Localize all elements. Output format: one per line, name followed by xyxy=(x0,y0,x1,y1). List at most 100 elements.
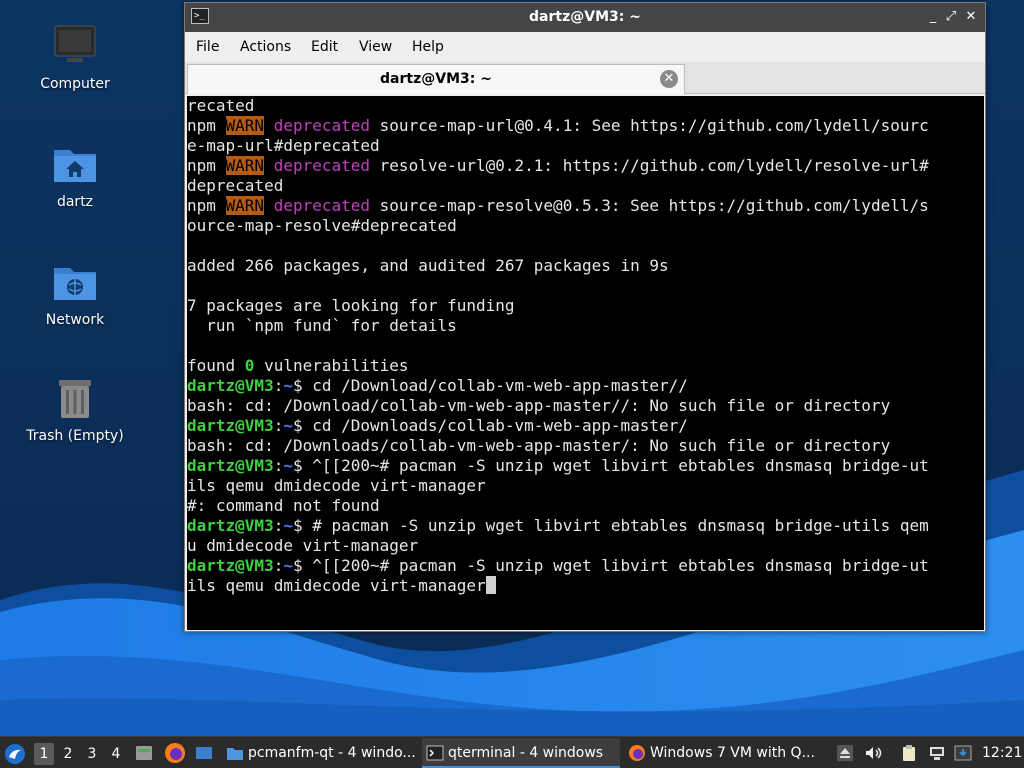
workspace-2[interactable]: 2 xyxy=(58,743,78,765)
terminal-text: ~ xyxy=(283,516,293,535)
terminal-text: bash: cd: /Downloads/collab-vm-web-app-m… xyxy=(187,436,891,455)
terminal-text: $ ^[[200~# pacman -S unzip wget libvirt … xyxy=(292,556,929,575)
tab-label: dartz@VM3: ~ xyxy=(380,71,492,87)
start-menu-icon[interactable] xyxy=(4,743,26,765)
terminal-text: WARN xyxy=(225,116,265,135)
update-notifier-icon[interactable] xyxy=(954,744,972,762)
network-folder-icon xyxy=(54,268,96,300)
task-windows7-vm[interactable]: Windows 7 VM with Q... xyxy=(624,738,824,768)
terminal-line: deprecated xyxy=(187,176,984,196)
terminal-text: : xyxy=(273,456,284,475)
terminal-text: : xyxy=(273,516,284,535)
terminal-text: deprecated xyxy=(273,116,371,135)
task-qterminal[interactable]: qterminal - 4 windows xyxy=(422,738,620,768)
terminal-line: dartz@VM3:~$ cd /Downloads/collab-vm-web… xyxy=(187,416,984,436)
terminal-text: run `npm fund` for details xyxy=(187,316,457,335)
terminal-text: recated xyxy=(187,96,255,115)
workspace-4[interactable]: 4 xyxy=(106,743,126,765)
terminal-text: $ # pacman -S unzip wget libvirt ebtable… xyxy=(292,516,929,535)
tab-terminal[interactable]: dartz@VM3: ~ ✕ xyxy=(187,64,685,94)
terminal-text: ource-map-resolve#deprecated xyxy=(187,216,457,235)
terminal-text: ~ xyxy=(283,556,293,575)
terminal-text: 0 xyxy=(244,356,255,375)
terminal-line: dartz@VM3:~$ ^[[200~# pacman -S unzip wg… xyxy=(187,556,984,576)
terminal-line: bash: cd: /Downloads/collab-vm-web-app-m… xyxy=(187,436,984,456)
terminal-text: $ ^[[200~# pacman -S unzip wget libvirt … xyxy=(292,456,929,475)
terminal-text: WARN xyxy=(225,156,265,175)
volume-icon[interactable] xyxy=(864,744,882,762)
firefox-launcher-icon[interactable] xyxy=(164,742,186,764)
eject-icon[interactable] xyxy=(836,744,854,762)
desktop-icon-network[interactable]: Network xyxy=(20,258,130,328)
terminal-text: found xyxy=(187,356,245,375)
file-manager-launcher-icon[interactable] xyxy=(134,743,154,763)
workspace-1[interactable]: 1 xyxy=(34,743,54,765)
terminal-window[interactable]: >_ dartz@VM3: ~ _ ⤢ ✕ File Actions Edit … xyxy=(184,2,986,632)
menu-help[interactable]: Help xyxy=(412,39,444,55)
terminal-text: source-map-url@0.4.1: See https://github… xyxy=(370,116,929,135)
close-button[interactable]: ✕ xyxy=(961,8,981,26)
terminal-line: npm WARN deprecated source-map-resolve@0… xyxy=(187,196,984,216)
terminal-text: bash: cd: /Download/collab-vm-web-app-ma… xyxy=(187,396,891,415)
terminal-line: dartz@VM3:~$ # pacman -S unzip wget libv… xyxy=(187,516,984,536)
terminal-text: $ cd /Downloads/collab-vm-web-app-master… xyxy=(292,416,688,435)
terminal-text: $ cd /Download/collab-vm-web-app-master/… xyxy=(292,376,688,395)
folder-icon xyxy=(227,748,243,760)
clipboard-icon[interactable] xyxy=(900,744,918,762)
window-title: dartz@VM3: ~ xyxy=(529,9,641,25)
desktop-icon-home[interactable]: dartz xyxy=(20,140,130,210)
terminal-text: dartz@VM3 xyxy=(187,516,274,535)
task-label: pcmanfm-qt - 4 windo... xyxy=(248,745,416,761)
tab-close-icon[interactable]: ✕ xyxy=(660,70,678,88)
menu-actions[interactable]: Actions xyxy=(240,39,291,55)
maximize-button[interactable]: ⤢ xyxy=(941,8,961,26)
menu-edit[interactable]: Edit xyxy=(311,39,338,55)
terminal-icon xyxy=(426,745,444,761)
terminal-text: dartz@VM3 xyxy=(187,456,274,475)
terminal-line: recated xyxy=(187,96,984,116)
terminal-cursor xyxy=(485,576,496,594)
terminal-output[interactable]: recated npm WARN deprecated source-map-ur… xyxy=(187,96,984,630)
desktop-icon-label: Trash (Empty) xyxy=(26,428,124,444)
terminal-text: WARN xyxy=(225,196,265,215)
terminal-text: e-map-url#deprecated xyxy=(187,136,380,155)
task-label: Windows 7 VM with Q... xyxy=(650,745,815,761)
network-tray-icon[interactable] xyxy=(928,744,946,762)
clock[interactable]: 12:21 xyxy=(982,737,1022,768)
terminal-line: e-map-url#deprecated xyxy=(187,136,984,156)
menu-view[interactable]: View xyxy=(359,39,392,55)
show-desktop-icon[interactable] xyxy=(194,743,214,763)
task-pcmanfm[interactable]: pcmanfm-qt - 4 windo... xyxy=(222,738,418,768)
desktop-icon-label: Computer xyxy=(40,76,110,92)
computer-icon xyxy=(54,25,96,62)
desktop-icon-trash[interactable]: Trash (Empty) xyxy=(20,374,130,444)
minimize-button[interactable]: _ xyxy=(923,8,943,26)
terminal-text: deprecated xyxy=(187,176,284,195)
workspace-3[interactable]: 3 xyxy=(82,743,102,765)
terminal-text: 7 packages are looking for funding xyxy=(187,296,515,315)
terminal-text: npm xyxy=(187,116,226,135)
terminal-line: npm WARN deprecated source-map-url@0.4.1… xyxy=(187,116,984,136)
terminal-text: deprecated xyxy=(273,156,371,175)
terminal-line: 7 packages are looking for funding xyxy=(187,296,984,316)
terminal-line: u dmidecode virt-manager xyxy=(187,536,984,556)
terminal-line: run `npm fund` for details xyxy=(187,316,984,336)
terminal-line: ils qemu dmidecode virt-manager xyxy=(187,576,984,596)
menu-bar: File Actions Edit View Help xyxy=(185,32,985,62)
terminal-text: deprecated xyxy=(273,196,371,215)
terminal-text: npm xyxy=(187,196,226,215)
home-folder-icon xyxy=(54,150,96,182)
window-titlebar[interactable]: >_ dartz@VM3: ~ _ ⤢ ✕ xyxy=(185,3,985,32)
terminal-text: ~ xyxy=(283,456,293,475)
terminal-line: dartz@VM3:~$ ^[[200~# pacman -S unzip wg… xyxy=(187,456,984,476)
task-label: qterminal - 4 windows xyxy=(448,745,604,761)
desktop-icon-label: dartz xyxy=(56,194,94,210)
terminal-text: ~ xyxy=(283,416,293,435)
desktop-icon-computer[interactable]: Computer xyxy=(20,22,130,92)
menu-file[interactable]: File xyxy=(196,39,219,55)
